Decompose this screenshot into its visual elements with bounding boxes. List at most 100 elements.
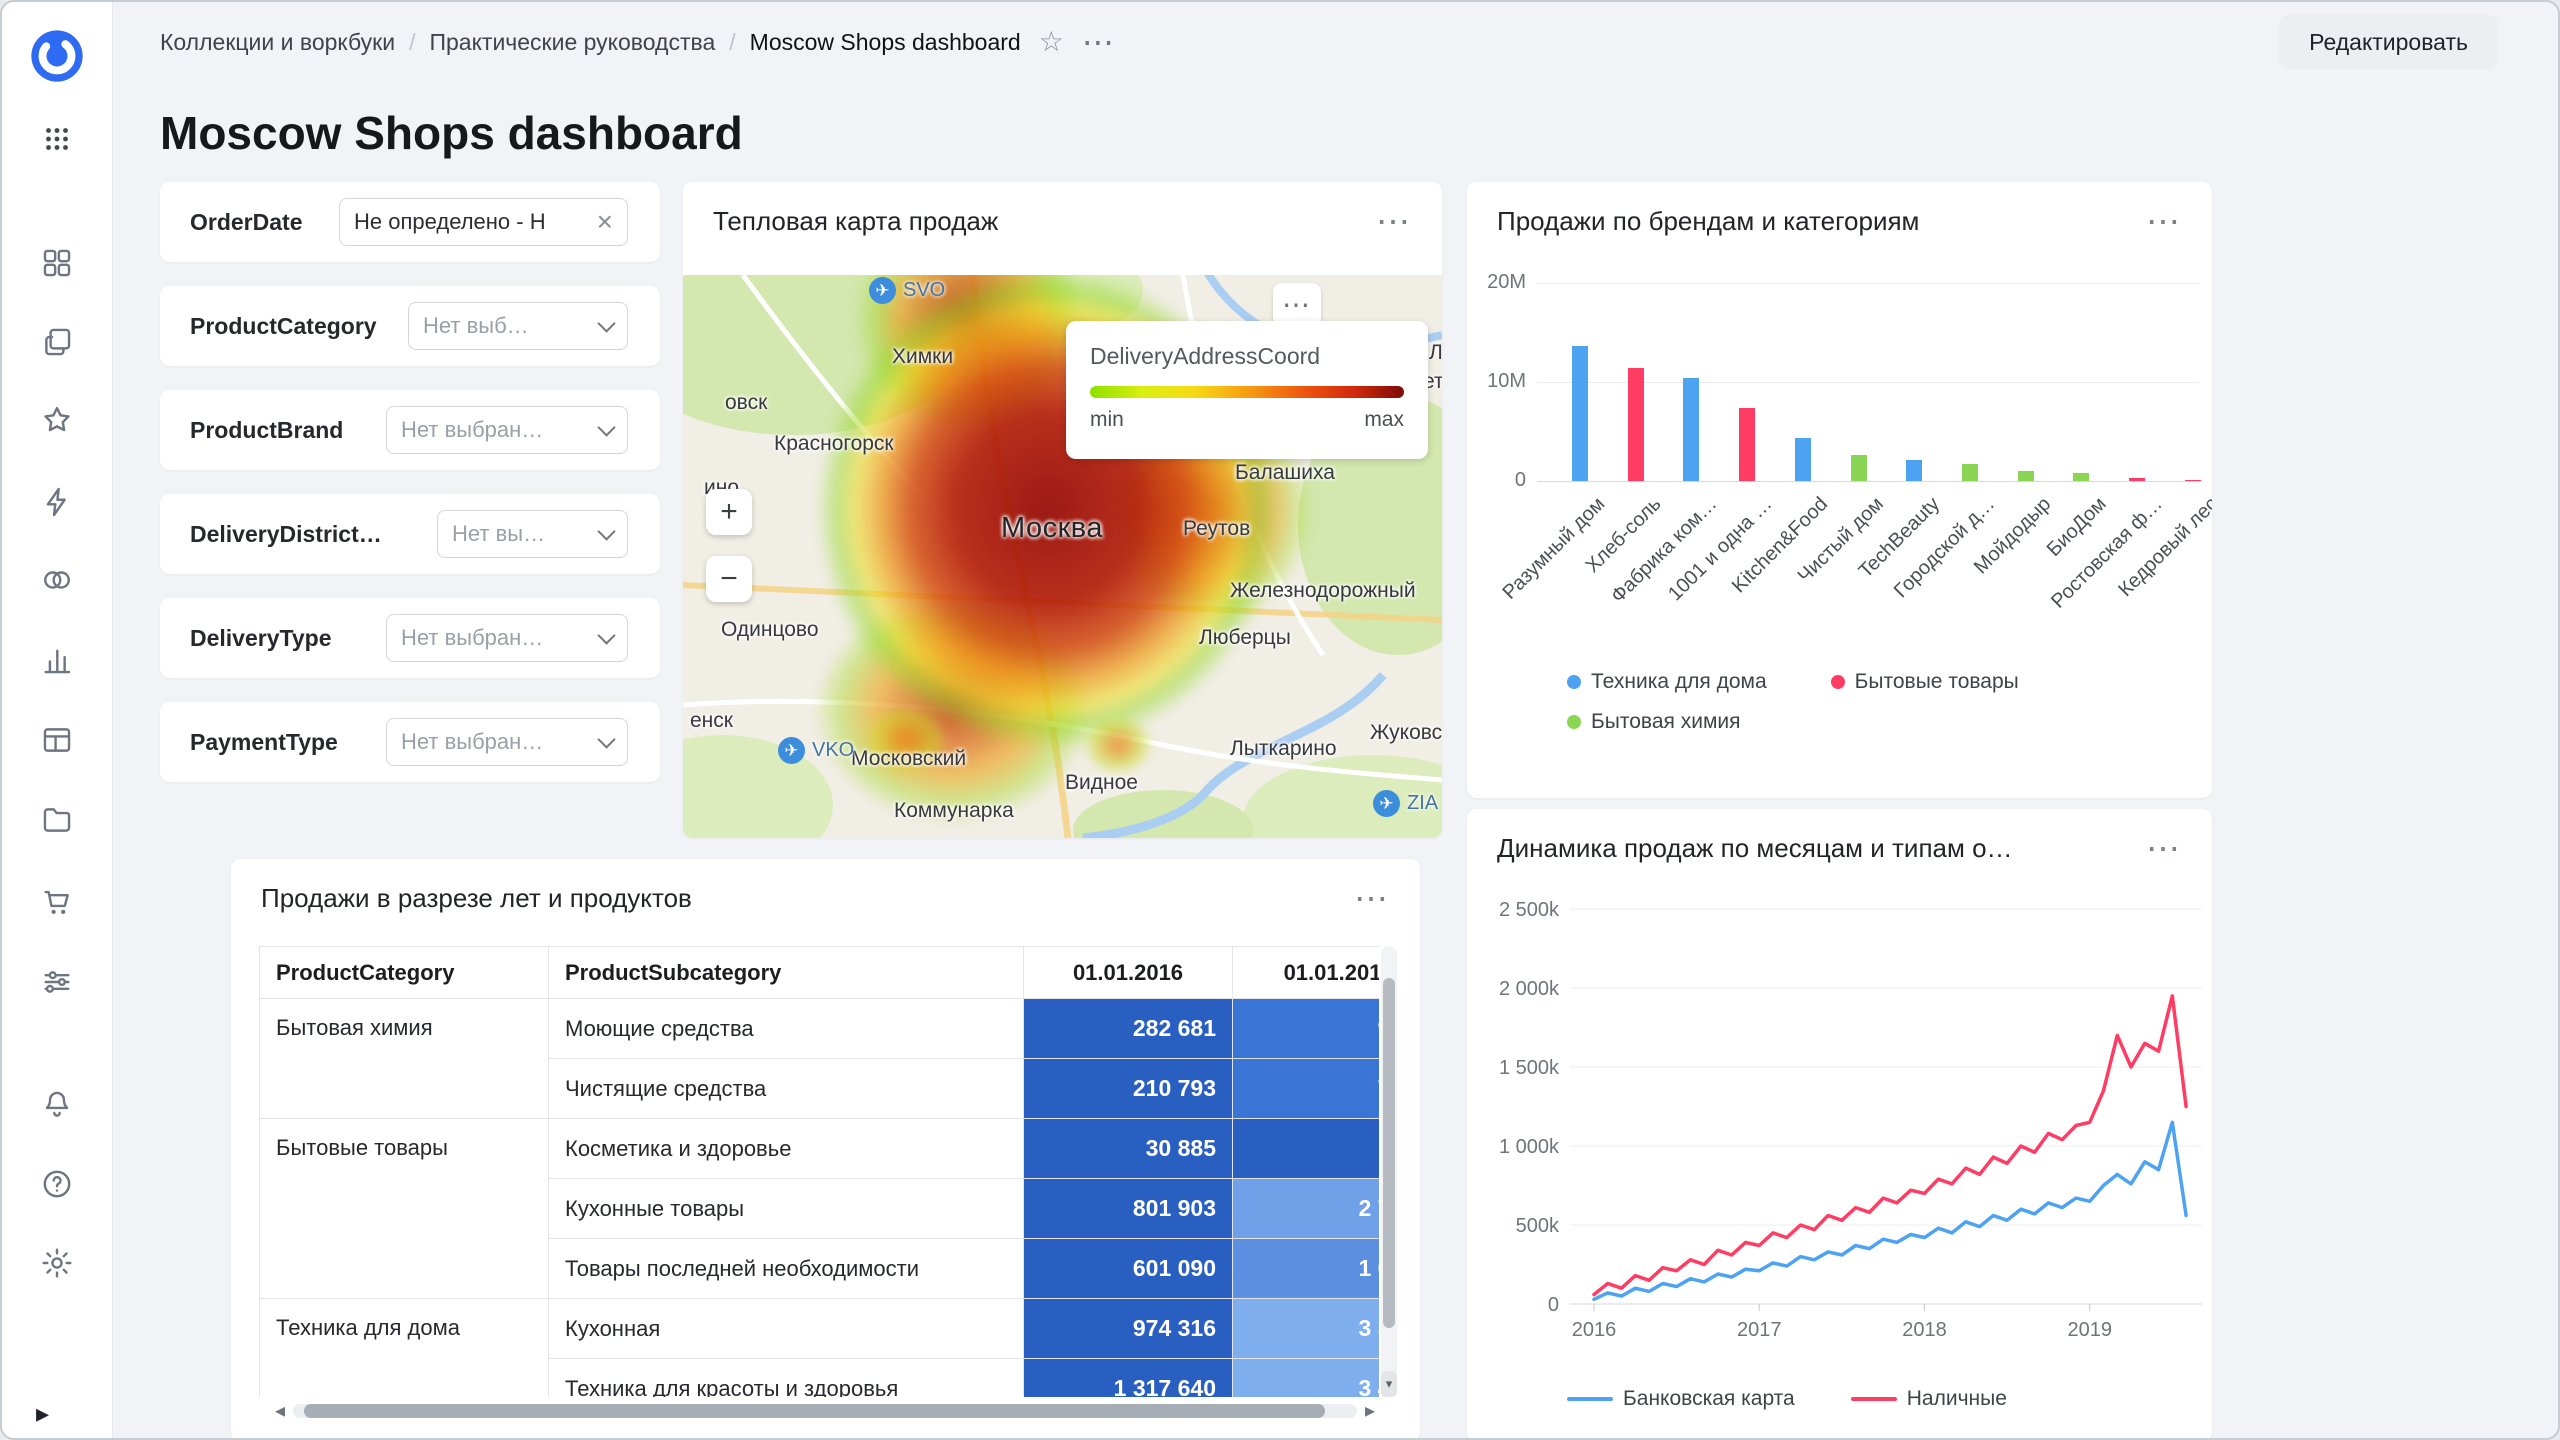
y-axis-label: 0 [1467,469,1526,492]
settings-gear-icon[interactable] [29,1235,85,1291]
breadcrumb: Коллекции и воркбуки / Практические руково… [160,29,1021,56]
breadcrumb-menu-icon[interactable]: ⋯ [1082,26,1116,58]
airplane-icon: ✈ [1373,790,1400,817]
column-header[interactable]: 01.01.2016 [1024,947,1233,999]
filter-label: DeliveryDistrict… [190,521,382,548]
connections-bolt-icon[interactable] [29,474,85,530]
zoom-in-button[interactable]: + [706,489,752,535]
subcategory-cell: Кухонные товары [549,1179,1024,1239]
breadcrumb-item[interactable]: Практические руководства [429,29,715,56]
svg-text:1 000k: 1 000k [1499,1136,1560,1158]
data-table: ProductCategoryProductSubcategory01.01.2… [259,946,1379,1397]
bar[interactable] [2185,480,2201,481]
datasets-icon[interactable] [29,552,85,608]
bar[interactable] [1906,460,1922,481]
legend-label: Техника для дома [1591,670,1767,694]
widget-title: Тепловая карта продаж [713,206,998,237]
legend-dot [1831,675,1845,689]
widget-menu-icon[interactable]: ⋯ [1354,888,1390,910]
map-legend: DeliveryAddressCoord min max [1066,321,1428,459]
filter-control[interactable]: Нет выбран… [386,718,628,766]
map-label: Железнодорожный [1230,579,1416,603]
column-header[interactable]: 01.01.201 [1233,947,1380,999]
svg-text:2017: 2017 [1737,1319,1782,1341]
breadcrumb-separator: / [729,29,735,56]
storage-folder-icon[interactable] [29,792,85,848]
bar[interactable] [2073,473,2089,481]
help-icon[interactable] [29,1156,85,1212]
legend-item[interactable]: Техника для дома [1567,670,1767,694]
filter-control[interactable]: Нет выб… [408,302,628,350]
favorite-star-icon[interactable]: ☆ [1039,28,1064,56]
charts-icon[interactable] [29,632,85,688]
bar[interactable] [1683,378,1699,481]
bar[interactable] [1795,438,1811,481]
airplane-icon: ✈ [869,277,896,304]
y-axis-label: 10M [1467,370,1526,393]
scrollbar-thumb[interactable] [1383,978,1395,1328]
filter-control[interactable]: Не определено - Н× [339,198,628,246]
legend-label: Наличные [1907,1387,2007,1411]
line-chart-widget: Динамика продаж по месяцам и типам о… ⋯ … [1467,809,2212,1440]
bar[interactable] [1572,346,1588,481]
sidebar-expand-icon[interactable]: ▸ [36,1398,49,1429]
breadcrumb-item[interactable]: Moscow Shops dashboard [750,29,1021,56]
clear-icon[interactable]: × [597,208,613,236]
legend-item[interactable]: Бытовая химия [1567,710,1741,734]
bar[interactable] [2129,478,2145,481]
gridline [1537,283,2199,284]
chevron-down-icon [597,522,615,540]
services-sliders-icon[interactable] [29,954,85,1010]
legend-line-sample [1851,1397,1897,1401]
value-cell: 718 [1233,1059,1380,1119]
favorites-star-icon[interactable] [29,392,85,448]
bar[interactable] [1962,464,1978,481]
tables-icon[interactable] [29,712,85,768]
scroll-left-button[interactable]: ◂ [275,1401,285,1421]
filter-control[interactable]: Нет выбран… [386,406,628,454]
scrollbar-track[interactable] [293,1404,1357,1418]
value-cell: 30 885 [1024,1119,1233,1179]
filter-control[interactable]: Нет выбран… [386,614,628,662]
marketplace-cart-icon[interactable] [29,874,85,930]
top-bar: Коллекции и воркбуки / Практические руково… [160,2,2498,82]
scrollbar-thumb[interactable] [304,1404,1325,1418]
map-label: Одинцово [721,618,819,642]
vertical-scrollbar[interactable]: ▾ [1381,946,1397,1397]
svg-text:2018: 2018 [1902,1319,1947,1341]
filter-control[interactable]: Нет вы… [437,510,628,558]
column-header[interactable]: ProductCategory [260,947,549,999]
map-canvas[interactable]: ХимкиовскКрасногорскиноМоскваБалашихаРеу… [683,275,1442,838]
legend-item[interactable]: Банковская карта [1567,1387,1795,1411]
legend-max-label: max [1364,408,1404,432]
bar[interactable] [1628,368,1644,481]
svg-text:500k: 500k [1516,1215,1560,1237]
legend-item[interactable]: Наличные [1851,1387,2007,1411]
filter-card: PaymentType Нет выбран… [160,702,660,782]
datalens-logo-icon[interactable] [29,28,85,84]
filter-label: PaymentType [190,729,338,756]
notifications-bell-icon[interactable] [29,1076,85,1132]
horizontal-scrollbar[interactable]: ◂ ▸ [275,1399,1375,1423]
map-label: Жуковс [1370,721,1442,745]
column-header[interactable]: ProductSubcategory [549,947,1024,999]
collections-icon[interactable] [29,314,85,370]
value-cell: 3 512 [1233,1299,1380,1359]
breadcrumb-item[interactable]: Коллекции и воркбуки [160,29,395,56]
dashboards-icon[interactable] [29,235,85,291]
svg-text:0: 0 [1548,1294,1559,1316]
apps-grid-icon[interactable] [29,111,85,167]
table-widget: Продажи в разрезе лет и продуктов ⋯ Prod… [231,859,1420,1440]
zoom-out-button[interactable]: − [706,556,752,602]
line-chart-svg: 0500k1 000k1 500k2 000k2 500k20162017201… [1467,809,2212,1369]
scroll-down-button[interactable]: ▾ [1381,1371,1397,1397]
edit-button[interactable]: Редактировать [2279,15,2498,69]
legend-label: Банковская карта [1623,1387,1795,1411]
bar[interactable] [1851,455,1867,481]
bar[interactable] [2018,471,2034,481]
bar[interactable] [1739,408,1755,481]
legend-item[interactable]: Бытовые товары [1831,670,2019,694]
scroll-right-button[interactable]: ▸ [1365,1401,1375,1421]
map-label: Л [1429,341,1442,365]
widget-menu-icon[interactable]: ⋯ [1376,211,1412,233]
